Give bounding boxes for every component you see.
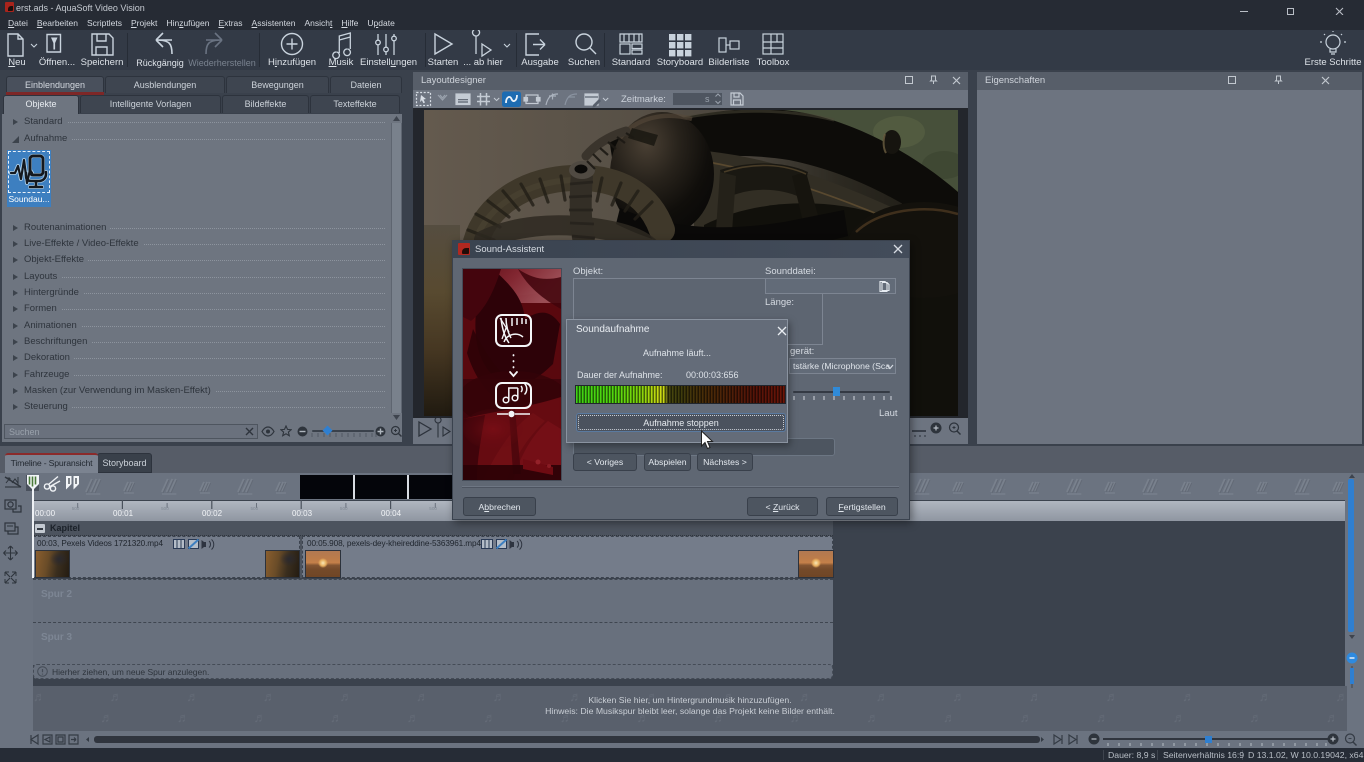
svg-text:500: 500 [340,506,348,511]
svg-text:500: 500 [72,506,80,511]
svg-text:500: 500 [429,506,437,511]
svg-text:500: 500 [251,506,259,511]
svg-text:500: 500 [161,506,169,511]
